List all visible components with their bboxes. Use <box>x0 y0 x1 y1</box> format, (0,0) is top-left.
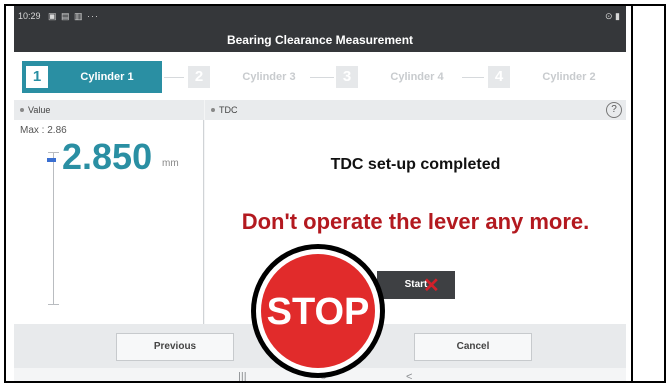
value-panel-header: Value <box>14 100 204 120</box>
system-status-icons: ⊙ ▮ <box>605 11 620 21</box>
gauge-bottom-tick <box>48 304 59 305</box>
gauge-track <box>53 152 54 304</box>
gauge-marker <box>47 158 56 162</box>
value-panel: Max : 2.86 2.850 mm <box>14 120 204 324</box>
cancel-button[interactable]: Cancel <box>414 333 532 361</box>
lever-warning: Don't operate the lever any more. <box>241 209 590 234</box>
step-connector <box>462 77 484 78</box>
step-cylinder-2[interactable]: 4 Cylinder 2 <box>484 61 624 93</box>
cross-icon: ✕ <box>423 275 440 297</box>
status-time: 10:29 <box>18 11 41 21</box>
previous-button[interactable]: Previous <box>116 333 234 361</box>
value-header-label: Value <box>28 105 51 115</box>
tdc-status-message: TDC set-up completed <box>330 156 501 173</box>
step-number: 1 <box>26 66 48 88</box>
back-icon[interactable]: < <box>406 371 412 381</box>
start-button[interactable]: Start <box>377 271 455 299</box>
step-cylinder-1[interactable]: 1 Cylinder 1 <box>22 61 162 93</box>
step-label: Cylinder 1 <box>80 71 134 83</box>
max-value-label: Max : 2.86 <box>20 125 67 136</box>
step-label: Cylinder 3 <box>242 71 296 83</box>
cylinder-stepper: 1 Cylinder 1 2 Cylinder 3 3 Cylinder 4 4… <box>14 52 626 100</box>
recent-apps-icon[interactable]: ||| <box>238 371 247 381</box>
step-number: 3 <box>336 66 358 88</box>
tdc-panel-header: TDC ? <box>205 100 626 120</box>
step-connector <box>310 77 334 78</box>
stop-label: STOP <box>266 291 370 333</box>
measured-unit: mm <box>162 158 179 169</box>
screenshot-frame: 10:29 ▣ ▤ ▥ ··· ⊙ ▮ Bearing Clearance Me… <box>4 4 666 383</box>
step-label: Cylinder 4 <box>390 71 444 83</box>
step-cylinder-3[interactable]: 2 Cylinder 3 <box>184 61 324 93</box>
notification-icons: ▣ ▤ ▥ ··· <box>48 11 100 21</box>
step-label: Cylinder 2 <box>542 71 596 83</box>
bullet-icon <box>20 108 24 113</box>
page-title: Bearing Clearance Measurement <box>14 28 626 52</box>
status-bar: 10:29 ▣ ▤ ▥ ··· ⊙ ▮ <box>14 6 626 28</box>
measured-value: 2.850 <box>62 136 153 177</box>
step-number: 4 <box>488 66 510 88</box>
step-number: 2 <box>188 66 210 88</box>
bullet-icon <box>211 108 215 113</box>
step-connector <box>164 77 184 78</box>
step-cylinder-4[interactable]: 3 Cylinder 4 <box>332 61 472 93</box>
help-icon[interactable]: ? <box>606 102 622 118</box>
tdc-header-label: TDC <box>219 105 238 115</box>
frame-divider <box>631 6 633 381</box>
